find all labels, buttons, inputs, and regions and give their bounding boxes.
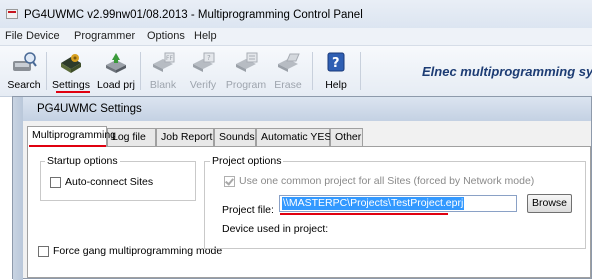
program-label: Program (225, 79, 267, 91)
menu-programmer[interactable]: Programmer (74, 30, 135, 42)
settings-highlight-underline (56, 91, 90, 93)
tab-job-report[interactable]: Job Report (156, 128, 214, 146)
blank-check-icon: FF (153, 52, 175, 72)
settings-button[interactable]: Settings (50, 49, 92, 93)
verify-icon: ? (193, 52, 215, 72)
settings-label: Settings (52, 79, 90, 91)
tab-multiprogramming[interactable]: Multiprogramming (27, 126, 116, 147)
dialog-title-bar[interactable]: PG4UWMC Settings (23, 97, 591, 121)
settings-chip-icon (61, 54, 81, 73)
tab-automatic-yes[interactable]: Automatic YES! (256, 128, 334, 146)
browse-button[interactable]: Browse (527, 194, 572, 213)
load-project-icon (106, 53, 126, 73)
svg-text:FF: FF (166, 55, 173, 62)
dialog-title: PG4UWMC Settings (37, 103, 142, 115)
help-icon: ? (327, 52, 345, 72)
window-title: PG4UWMC v2.99nw01/08.2013 - Multiprogram… (24, 9, 363, 21)
tab-highlight-underline (29, 145, 106, 147)
force-gang-checkbox[interactable] (38, 246, 49, 257)
search-label: Search (7, 79, 41, 91)
blank-button[interactable]: FF Blank (144, 49, 182, 93)
tab-panel-multiprogramming: Startup options Auto-connect Sites Force… (27, 146, 591, 278)
project-file-highlight-underline (280, 213, 448, 215)
device-used-label: Device used in project: (222, 223, 329, 235)
load-project-label: Load prj (97, 79, 135, 91)
app-icon (6, 9, 18, 19)
verify-label: Verify (189, 79, 217, 91)
project-file-label: Project file: (222, 204, 274, 216)
menu-options[interactable]: Options (147, 30, 185, 42)
use-common-project-label: Use one common project for all Sites (fo… (239, 175, 535, 187)
blank-label: Blank (149, 79, 177, 91)
svg-text:?: ? (207, 54, 211, 62)
tab-other[interactable]: Other (330, 128, 363, 146)
tab-sounds[interactable]: Sounds (214, 128, 256, 146)
menu-file[interactable]: File (5, 30, 23, 42)
erase-button[interactable]: Erase (270, 49, 306, 93)
svg-text:?: ? (332, 56, 340, 71)
toolbar-separator (312, 52, 313, 90)
menu-device[interactable]: Device (26, 30, 60, 42)
toolbar-separator (46, 52, 47, 90)
help-label: Help (325, 79, 347, 91)
search-button[interactable]: Search (4, 49, 44, 93)
menu-bar: File Device Programmer Options Help (0, 28, 592, 46)
project-file-input[interactable]: \\MASTERPC\Projects\TestProject.eprj (279, 195, 517, 212)
project-file-value: \\MASTERPC\Projects\TestProject.eprj (282, 197, 465, 210)
load-project-button[interactable]: Load prj (95, 49, 137, 93)
menu-help[interactable]: Help (194, 30, 217, 42)
program-icon (236, 52, 258, 72)
auto-connect-label: Auto-connect Sites (65, 176, 154, 188)
toolbar-separator (140, 52, 141, 90)
verify-button[interactable]: ? Verify (184, 49, 222, 93)
startup-options-label: Startup options (45, 155, 120, 167)
help-button[interactable]: ? Help (318, 49, 354, 93)
toolbar-separator (360, 52, 361, 90)
search-programmer-icon (13, 52, 37, 71)
dialog-frame (13, 97, 23, 280)
erase-label: Erase (274, 79, 302, 91)
use-common-project-checkbox[interactable] (224, 176, 235, 187)
window-title-bar: PG4UWMC v2.99nw01/08.2013 - Multiprogram… (0, 0, 592, 28)
brand-text: Elnec multiprogramming syste (422, 64, 592, 79)
program-button[interactable]: Program (224, 49, 268, 93)
project-options-label: Project options (210, 155, 284, 167)
erase-icon (278, 53, 300, 72)
settings-dialog: PG4UWMC Settings Multiprogramming Log fi… (12, 96, 592, 280)
auto-connect-checkbox[interactable] (50, 177, 61, 188)
force-gang-label: Force gang multiprogramming mode (53, 245, 223, 257)
